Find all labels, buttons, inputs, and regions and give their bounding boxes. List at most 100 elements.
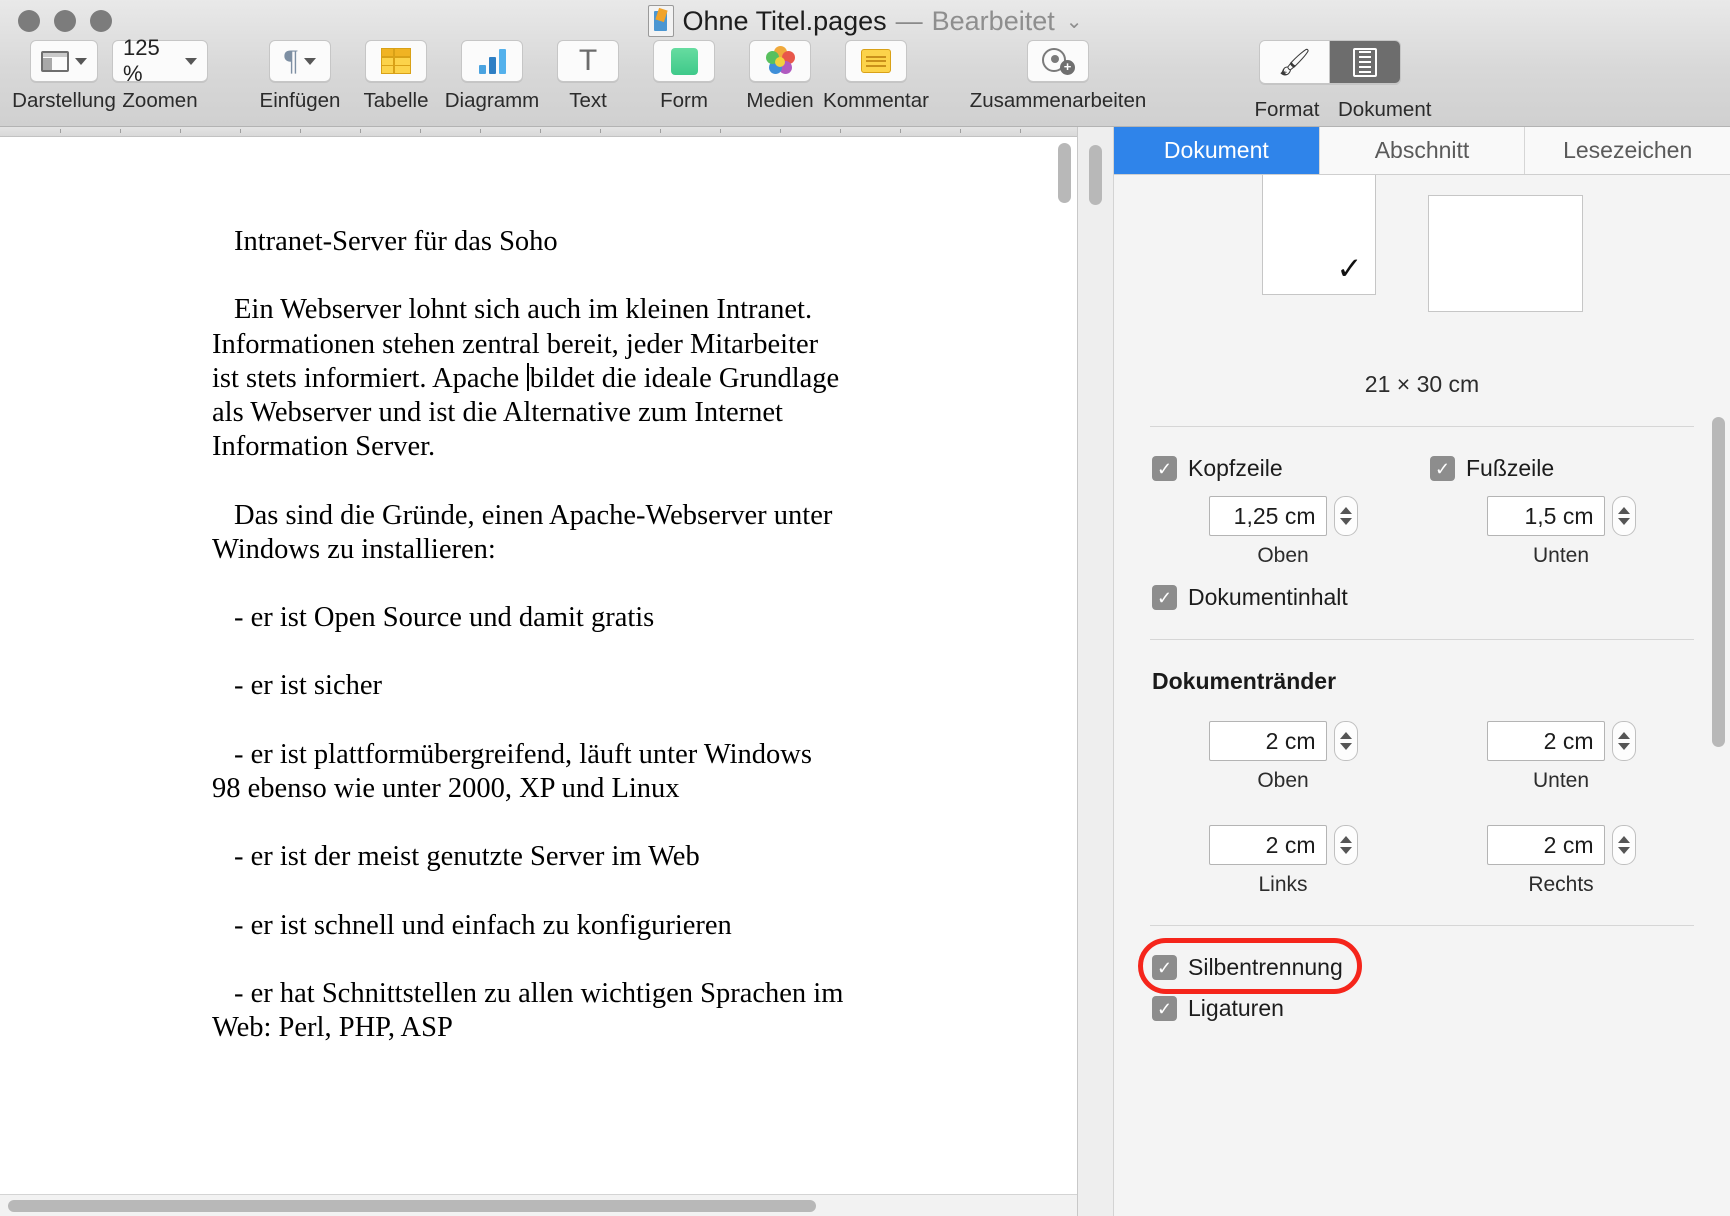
margin-right-stepper[interactable]: 2 cm: [1486, 825, 1636, 865]
portrait-orientation-option[interactable]: ✓: [1261, 175, 1376, 295]
stepper-up-icon[interactable]: [1617, 507, 1630, 514]
toolbar: Darstellung 125 % Zoomen ¶ Einfügen Tabe…: [0, 35, 1730, 126]
format-tab-button[interactable]: 🖌: [1260, 41, 1330, 83]
document-vertical-scrollbar[interactable]: [1058, 143, 1071, 203]
toolbar-item-kommentar[interactable]: Kommentar: [823, 40, 929, 113]
toolbar-item-text[interactable]: T Text: [540, 40, 636, 113]
stepper-up-icon[interactable]: [1339, 507, 1352, 514]
toolbar-item-zoomen[interactable]: 125 % Zoomen: [112, 35, 208, 113]
toolbar-item-darstellung[interactable]: Darstellung: [12, 40, 116, 113]
fusszeile-input[interactable]: 1,5 cm: [1486, 496, 1605, 536]
window-controls: [18, 10, 112, 32]
text-box-icon: T: [578, 44, 598, 77]
document-horizontal-scrollbar[interactable]: [0, 1194, 1077, 1216]
stepper-up-icon[interactable]: [1617, 732, 1630, 739]
margin-right-stepper-arrows[interactable]: [1611, 825, 1636, 865]
margin-bottom-stepper-arrows[interactable]: [1611, 721, 1636, 761]
einfuegen-button[interactable]: ¶: [269, 40, 331, 82]
pages-document-icon: [647, 5, 674, 37]
stepper-down-icon[interactable]: [1617, 518, 1630, 525]
dokumentraender-heading: Dokumentränder: [1152, 668, 1337, 694]
zusammenarbeiten-button[interactable]: +: [1027, 40, 1089, 82]
typography-options: ✓ Silbentrennung ✓ Ligaturen: [1138, 938, 1700, 1022]
silbentrennung-checkbox-row[interactable]: ✓ Silbentrennung: [1152, 954, 1700, 981]
dokument-tab-button[interactable]: [1330, 41, 1400, 83]
margin-left-stepper-arrows[interactable]: [1333, 825, 1358, 865]
stepper-down-icon[interactable]: [1339, 847, 1352, 854]
toolbar-label-diagramm: Diagramm: [444, 89, 540, 112]
toolbar-item-tabelle[interactable]: Tabelle: [348, 40, 444, 113]
fusszeile-sublabel: Unten: [1532, 544, 1590, 567]
toolbar-item-medien[interactable]: Medien: [732, 40, 828, 113]
margin-top-stepper[interactable]: 2 cm: [1208, 721, 1358, 761]
stepper-down-icon[interactable]: [1339, 518, 1352, 525]
landscape-orientation-option[interactable]: [1427, 195, 1583, 312]
margin-bottom-input[interactable]: 2 cm: [1486, 721, 1605, 761]
text-caret: [527, 362, 529, 391]
margin-top-input[interactable]: 2 cm: [1208, 721, 1327, 761]
tab-abschnitt[interactable]: Abschnitt: [1319, 127, 1526, 174]
form-button[interactable]: [653, 40, 715, 82]
margin-left-input[interactable]: 2 cm: [1208, 825, 1327, 865]
ligaturen-label: Ligaturen: [1188, 995, 1284, 1021]
margin-right-input[interactable]: 2 cm: [1486, 825, 1605, 865]
kopfzeile-sublabel: Oben: [1257, 544, 1309, 567]
maximize-button[interactable]: [90, 10, 112, 32]
text-button[interactable]: T: [557, 40, 619, 82]
dokumentinhalt-checkbox-row[interactable]: ✓ Dokumentinhalt: [1152, 584, 1700, 611]
close-button[interactable]: [18, 10, 40, 32]
margin-bottom-column: 2 cm Unten: [1422, 707, 1700, 793]
chevron-down-icon[interactable]: ⌄: [1066, 9, 1083, 34]
document-scrollbar-thumb[interactable]: [1089, 145, 1102, 205]
stepper-up-icon[interactable]: [1339, 732, 1352, 739]
document-text[interactable]: Intranet-Server für das Soho Ein Webserv…: [0, 225, 1077, 1046]
minimize-button[interactable]: [54, 10, 76, 32]
fusszeile-checkbox-row[interactable]: ✓ Fußzeile: [1430, 455, 1554, 482]
document-page[interactable]: Intranet-Server für das Soho Ein Webserv…: [0, 137, 1077, 1194]
inspector-vertical-scrollbar[interactable]: [1712, 417, 1725, 747]
checkbox-icon[interactable]: ✓: [1152, 456, 1177, 481]
kopfzeile-stepper-arrows[interactable]: [1333, 496, 1358, 536]
stepper-down-icon[interactable]: [1617, 743, 1630, 750]
toolbar-item-form[interactable]: Form: [636, 40, 732, 113]
paragraph-heading: Intranet-Server für das Soho: [234, 226, 558, 257]
stepper-down-icon[interactable]: [1339, 743, 1352, 750]
toolbar-item-diagramm[interactable]: Diagramm: [444, 40, 540, 113]
toolbar-item-zusammenarbeiten[interactable]: + Zusammenarbeiten: [970, 40, 1146, 113]
horizontal-scrollbar-thumb[interactable]: [8, 1200, 816, 1212]
toolbar-item-einfuegen[interactable]: ¶ Einfügen: [252, 40, 348, 113]
checkbox-icon[interactable]: ✓: [1152, 955, 1177, 980]
kommentar-button[interactable]: [845, 40, 907, 82]
margin-bottom-sublabel: Unten: [1532, 769, 1590, 792]
margin-bottom-stepper[interactable]: 2 cm: [1486, 721, 1636, 761]
zoom-button[interactable]: 125 %: [112, 35, 208, 86]
pilcrow-icon: ¶: [284, 44, 298, 77]
ligaturen-checkbox-row[interactable]: ✓ Ligaturen: [1152, 995, 1700, 1022]
fusszeile-stepper[interactable]: 1,5 cm: [1486, 496, 1636, 536]
chevron-down-icon: [303, 57, 316, 65]
tab-lesezeichen[interactable]: Lesezeichen: [1525, 127, 1730, 174]
comment-note-icon: [861, 49, 891, 73]
darstellung-button[interactable]: [30, 40, 98, 82]
checkbox-icon[interactable]: ✓: [1430, 456, 1455, 481]
diagramm-button[interactable]: [461, 40, 523, 82]
header-footer-section: ✓ Kopfzeile 1,25 cm Oben ✓ Fußzeile 1,5 …: [1144, 455, 1700, 568]
tab-dokument[interactable]: Dokument: [1114, 127, 1320, 174]
tabelle-button[interactable]: [365, 40, 427, 82]
kopfzeile-stepper[interactable]: 1,25 cm: [1208, 496, 1358, 536]
kopfzeile-checkbox-row[interactable]: ✓ Kopfzeile: [1152, 455, 1283, 482]
margin-top-stepper-arrows[interactable]: [1333, 721, 1358, 761]
checkbox-icon[interactable]: ✓: [1152, 585, 1177, 610]
stepper-down-icon[interactable]: [1617, 847, 1630, 854]
view-layout-icon: [41, 50, 69, 72]
margin-left-stepper[interactable]: 2 cm: [1208, 825, 1358, 865]
stepper-up-icon[interactable]: [1339, 836, 1352, 843]
toolbar-label-einfuegen: Einfügen: [259, 89, 341, 112]
kopfzeile-input[interactable]: 1,25 cm: [1208, 496, 1327, 536]
stepper-up-icon[interactable]: [1617, 836, 1630, 843]
medien-button[interactable]: [749, 40, 811, 82]
footer-column: ✓ Fußzeile 1,5 cm Unten: [1422, 455, 1700, 568]
fusszeile-stepper-arrows[interactable]: [1611, 496, 1636, 536]
document-canvas[interactable]: Intranet-Server für das Soho Ein Webserv…: [0, 127, 1078, 1216]
checkbox-icon[interactable]: ✓: [1152, 996, 1177, 1021]
